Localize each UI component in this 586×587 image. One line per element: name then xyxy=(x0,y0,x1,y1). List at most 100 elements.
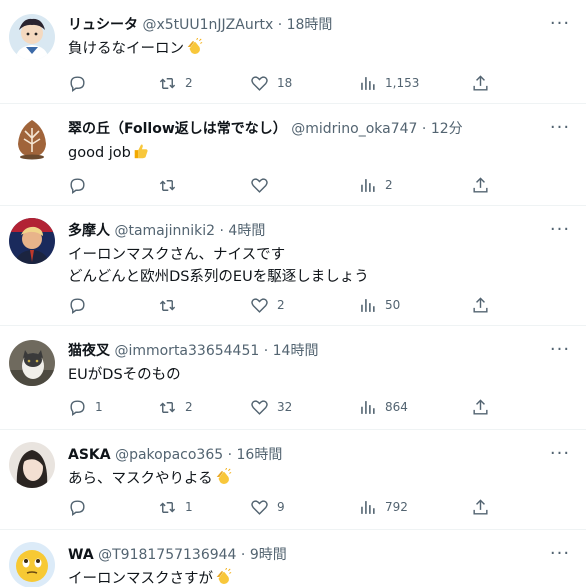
views-button[interactable]: 2 xyxy=(358,170,393,200)
like-button[interactable] xyxy=(250,170,277,200)
reply-icon xyxy=(70,399,85,416)
heart-icon xyxy=(251,399,268,415)
display-name[interactable]: WA xyxy=(68,547,94,563)
tweet-text-line: どんどんと欧州DS系列のEUを駆逐しましょう xyxy=(68,269,369,285)
user-handle[interactable]: @midrino_oka747 xyxy=(291,121,417,137)
display-name[interactable]: 翠の丘（Follow返しは常でなし） xyxy=(68,121,287,137)
tweet-item[interactable]: ASKA @pakopaco365 · 16時間 ··· あら、マスクやりよる … xyxy=(0,430,586,530)
heart-icon xyxy=(251,499,268,515)
separator: · xyxy=(421,121,427,137)
reply-count: 1 xyxy=(95,400,103,414)
user-handle[interactable]: @x5tUU1nJJZAurtx xyxy=(142,17,273,33)
tweet-item[interactable]: 猫夜叉 @immorta33654451 · 14時間 ··· EUがDSそのも… xyxy=(0,326,586,430)
separator: · xyxy=(277,17,283,33)
clapping-hands-emoji-icon xyxy=(216,468,231,485)
heart-icon xyxy=(251,297,268,313)
display-name[interactable]: 猫夜叉 xyxy=(68,343,110,359)
share-button[interactable] xyxy=(471,170,490,200)
view-count: 792 xyxy=(385,500,408,514)
retweet-button[interactable]: 2 xyxy=(158,392,193,422)
heart-icon xyxy=(251,75,268,91)
views-button[interactable]: 792 xyxy=(358,492,408,522)
retweet-icon xyxy=(159,299,176,311)
tweet-text-line: 負けるなイーロン xyxy=(68,41,184,57)
tweet-text: イーロンマスクさすが xyxy=(68,568,566,587)
user-handle[interactable]: @T9181757136944 xyxy=(98,547,236,563)
avatar[interactable] xyxy=(9,14,55,60)
reply-icon xyxy=(70,177,85,194)
share-button[interactable] xyxy=(471,392,490,422)
display-name[interactable]: ASKA xyxy=(68,447,111,463)
reply-icon xyxy=(70,297,85,314)
display-name[interactable]: 多摩人 xyxy=(68,223,110,239)
share-button[interactable] xyxy=(471,290,490,320)
share-button[interactable] xyxy=(471,492,490,522)
avatar[interactable] xyxy=(9,116,55,162)
like-button[interactable]: 32 xyxy=(250,392,292,422)
timestamp[interactable]: 16時間 xyxy=(237,447,283,463)
user-handle[interactable]: @immorta33654451 xyxy=(114,343,259,359)
like-button[interactable]: 2 xyxy=(250,290,285,320)
timestamp[interactable]: 18時間 xyxy=(287,17,333,33)
avatar[interactable] xyxy=(9,442,55,488)
like-button[interactable]: 9 xyxy=(250,492,285,522)
reply-button[interactable] xyxy=(68,170,95,200)
clapping-hands-emoji-icon xyxy=(216,568,232,585)
user-handle[interactable]: @pakopaco365 xyxy=(115,447,223,463)
tweet-text-line: イーロンマスクさん、ナイスです xyxy=(68,247,286,263)
tweet-actions: 2 18 1,153 xyxy=(58,68,496,98)
reply-button[interactable] xyxy=(68,68,95,98)
retweet-button[interactable]: 2 xyxy=(158,68,193,98)
more-options-icon[interactable]: ··· xyxy=(548,542,572,566)
more-options-icon[interactable]: ··· xyxy=(548,442,572,466)
tweet-actions: 2 50 xyxy=(58,290,496,320)
clapping-hands-emoji-icon xyxy=(187,38,203,55)
like-button[interactable]: 18 xyxy=(250,68,292,98)
views-button[interactable]: 50 xyxy=(358,290,400,320)
tweet-text-line: あら、マスクやりよる xyxy=(68,471,213,487)
retweet-icon xyxy=(159,179,176,191)
more-options-icon[interactable]: ··· xyxy=(548,338,572,362)
tweet-item[interactable]: WA @T9181757136944 · 9時間 ··· イーロンマスクさすが xyxy=(0,530,586,587)
retweet-button[interactable]: 1 xyxy=(158,492,193,522)
views-button[interactable]: 1,153 xyxy=(358,68,419,98)
tweet-item[interactable]: 翠の丘（Follow返しは常でなし） @midrino_oka747 · 12分… xyxy=(0,104,586,206)
reply-button[interactable]: 1 xyxy=(68,392,103,422)
timestamp[interactable]: 4時間 xyxy=(228,223,265,239)
avatar[interactable] xyxy=(9,340,55,386)
timestamp[interactable]: 12分 xyxy=(431,121,463,137)
views-bar-chart-icon xyxy=(361,400,375,414)
reply-feed: リュシータ @x5tUU1nJJZAurtx · 18時間 ··· 負けるなイー… xyxy=(0,0,586,587)
retweet-count: 1 xyxy=(185,500,193,514)
timestamp[interactable]: 14時間 xyxy=(273,343,319,359)
user-handle[interactable]: @tamajinniki2 xyxy=(114,223,215,239)
tweet-actions: 2 xyxy=(58,170,496,200)
more-options-icon[interactable]: ··· xyxy=(548,12,572,36)
like-count: 18 xyxy=(277,76,293,90)
separator: · xyxy=(240,547,246,563)
tweet-text: イーロンマスクさん、ナイスです どんどんと欧州DS系列のEUを駆逐しましょう xyxy=(68,244,566,288)
tweet-actions: 1 2 32 864 xyxy=(58,392,496,422)
reply-button[interactable] xyxy=(68,290,95,320)
timestamp[interactable]: 9時間 xyxy=(250,547,287,563)
retweet-icon xyxy=(159,77,176,89)
retweet-button[interactable] xyxy=(158,170,185,200)
tweet-text: EUがDSそのもの xyxy=(68,364,566,386)
reply-button[interactable] xyxy=(68,492,95,522)
avatar[interactable] xyxy=(9,542,55,587)
tweet-text-line: good job xyxy=(68,145,131,161)
more-options-icon[interactable]: ··· xyxy=(548,116,572,140)
reply-icon xyxy=(70,75,85,92)
share-button[interactable] xyxy=(471,68,490,98)
separator: · xyxy=(227,447,233,463)
share-icon xyxy=(473,74,488,91)
display-name[interactable]: リュシータ xyxy=(68,17,138,33)
retweet-button[interactable] xyxy=(158,290,185,320)
more-options-icon[interactable]: ··· xyxy=(548,218,572,242)
tweet-item[interactable]: 多摩人 @tamajinniki2 · 4時間 ··· イーロンマスクさん、ナイ… xyxy=(0,206,586,326)
tweet-text: good job xyxy=(68,142,566,164)
tweet-header: 翠の丘（Follow返しは常でなし） @midrino_oka747 · 12分 xyxy=(68,120,546,138)
tweet-item[interactable]: リュシータ @x5tUU1nJJZAurtx · 18時間 ··· 負けるなイー… xyxy=(0,0,586,104)
avatar[interactable] xyxy=(9,218,55,264)
views-button[interactable]: 864 xyxy=(358,392,408,422)
